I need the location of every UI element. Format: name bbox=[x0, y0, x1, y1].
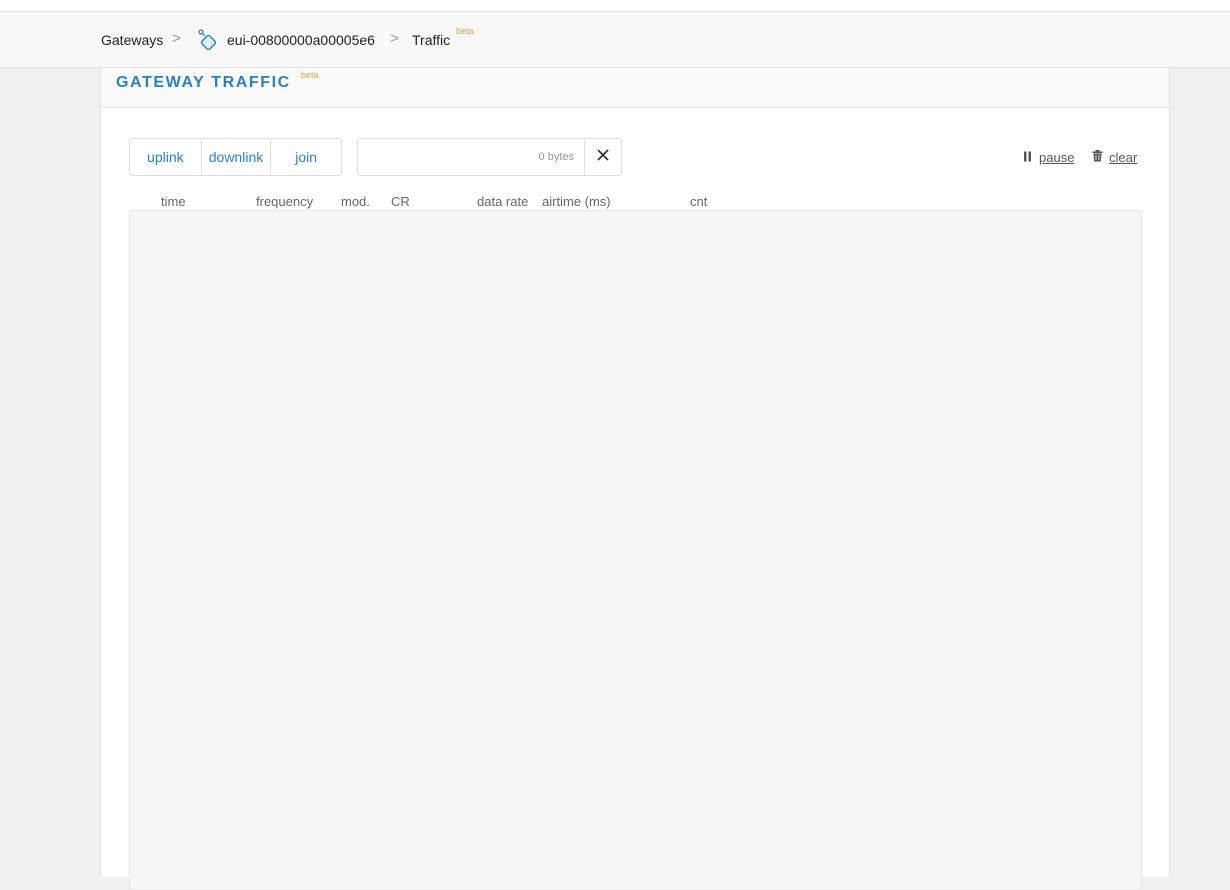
beta-badge: beta bbox=[456, 26, 474, 36]
close-icon bbox=[597, 148, 609, 166]
column-header-cr: CR bbox=[391, 194, 410, 209]
clear-label: clear bbox=[1109, 150, 1138, 165]
column-header-modulation: mod. bbox=[341, 194, 370, 209]
column-header-time: time bbox=[161, 194, 186, 209]
panel-header: GATEWAY TRAFFIC beta bbox=[101, 68, 1169, 108]
gateway-icon bbox=[197, 29, 219, 53]
breadcrumb: Gateways > eui-00800000a00005e6 > Traffi… bbox=[0, 12, 1230, 68]
message-type-filter: uplink downlink join bbox=[129, 138, 342, 176]
breadcrumb-gateway-link[interactable]: eui-00800000a00005e6 bbox=[227, 32, 375, 48]
trash-icon bbox=[1092, 150, 1109, 165]
traffic-panel: GATEWAY TRAFFIC beta uplink downlink joi… bbox=[100, 68, 1170, 890]
chevron-right-icon: > bbox=[172, 30, 181, 47]
filter-search: 0 bytes bbox=[357, 138, 622, 176]
join-filter-button[interactable]: join bbox=[270, 139, 341, 175]
page-title: GATEWAY TRAFFIC bbox=[116, 74, 291, 91]
traffic-list[interactable] bbox=[129, 210, 1142, 890]
breadcrumb-traffic: Traffic bbox=[412, 32, 451, 48]
top-bar bbox=[0, 0, 1230, 12]
beta-badge: beta bbox=[301, 70, 319, 80]
breadcrumb-gateways-link[interactable]: Gateways bbox=[101, 32, 163, 48]
column-header-airtime: airtime (ms) bbox=[542, 194, 611, 209]
clear-button[interactable]: clear bbox=[1092, 150, 1137, 165]
pause-icon bbox=[1023, 150, 1039, 165]
column-header-cnt: cnt bbox=[690, 194, 708, 209]
downlink-filter-button[interactable]: downlink bbox=[200, 139, 271, 175]
clear-filter-button[interactable] bbox=[584, 139, 621, 175]
bytes-counter: 0 bytes bbox=[538, 151, 574, 163]
uplink-filter-button[interactable]: uplink bbox=[130, 139, 201, 175]
pause-button[interactable]: pause bbox=[1023, 150, 1074, 165]
column-header-frequency: frequency bbox=[256, 194, 314, 209]
pause-label: pause bbox=[1039, 150, 1075, 165]
chevron-right-icon: > bbox=[390, 30, 399, 47]
column-header-data-rate: data rate bbox=[477, 194, 529, 209]
